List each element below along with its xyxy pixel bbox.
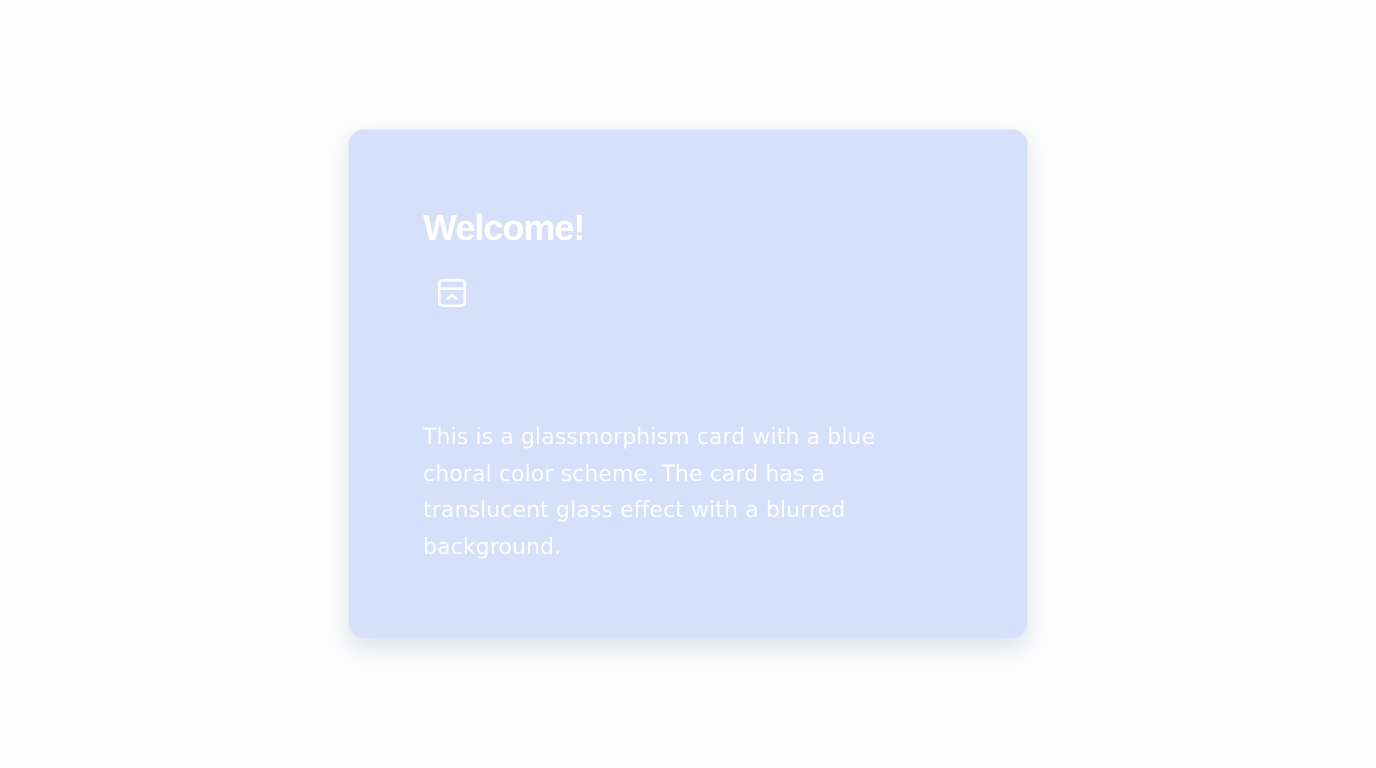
card-description: This is a glassmorphism card with a blue…	[423, 425, 876, 560]
glass-card: Welcome! This is a glassmorphism card wi…	[348, 129, 1028, 639]
panel-toggle-button[interactable]	[433, 274, 471, 312]
panel-top-chevron-up-icon	[437, 278, 467, 308]
card-title: Welcome!	[423, 207, 585, 248]
page: Welcome! This is a glassmorphism card wi…	[0, 0, 1376, 768]
